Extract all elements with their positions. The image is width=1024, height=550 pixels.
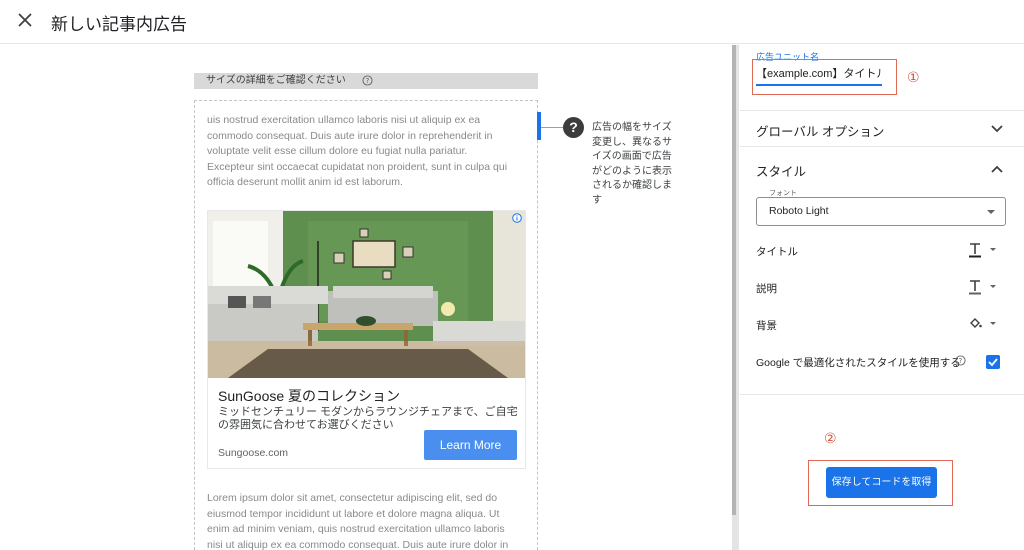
chevron-down-icon[interactable] (990, 124, 1004, 134)
text-color-icon[interactable] (968, 242, 1000, 258)
caret-down-icon (987, 210, 995, 214)
settings-panel: 広告ユニット名 【example.com】タイトル下 ① グローバル オプション… (740, 45, 1024, 550)
divider (740, 110, 1024, 111)
ad-preview-frame: uis nostrud exercitation ullamco laboris… (194, 100, 538, 550)
background-style-label: 背景 (756, 320, 777, 332)
annotation-number-1: ① (907, 69, 920, 85)
resize-handle[interactable] (537, 112, 541, 140)
font-select-label: フォント (766, 190, 800, 197)
ad-preview-area: サイズの詳細をご確認ください ? uis nostrud exercitatio… (0, 45, 732, 550)
divider (740, 394, 1024, 395)
size-hint-bar: サイズの詳細をご確認ください ? (194, 73, 538, 89)
size-hint-text: サイズの詳細をご確認ください (206, 75, 346, 86)
ad-image-living-room (208, 211, 525, 378)
global-options-header[interactable]: グローバル オプション (756, 121, 884, 140)
annotation-box-1 (752, 59, 897, 95)
native-ad-card[interactable]: SunGoose 夏のコレクション ミッドセンチュリー モダンからラウンジチェア… (207, 210, 526, 469)
text-color-icon[interactable] (968, 279, 1000, 295)
svg-text:?: ? (366, 77, 370, 85)
google-optimized-label: Google で最適化されたスタイルを使用する (756, 357, 961, 369)
annotation-number-2: ② (824, 430, 837, 446)
resize-help-text: 広告の幅をサイズ変更し、異なるサイズの画面で広告がどのように表示されるか確認しま… (592, 122, 672, 206)
placeholder-article-text: uis nostrud exercitation ullamco laboris… (207, 114, 508, 188)
fill-color-icon[interactable] (968, 316, 1000, 332)
scrollbar-thumb[interactable] (732, 45, 736, 515)
ad-description: ミッドセンチュリー モダンからラウンジチェアまで、ご自宅の雰囲気に合わせてお選び… (218, 406, 518, 431)
font-select-value: Roboto Light (769, 205, 829, 217)
learn-more-button[interactable]: Learn More (424, 430, 517, 460)
help-icon[interactable]: ? (362, 75, 373, 86)
help-icon[interactable]: ? (955, 355, 966, 366)
font-select[interactable]: Roboto Light (756, 197, 1006, 226)
description-style-label: 説明 (756, 283, 777, 295)
svg-text:?: ? (959, 357, 963, 365)
ad-headline[interactable]: SunGoose 夏のコレクション (218, 386, 400, 406)
close-icon[interactable] (16, 11, 34, 29)
callout-connector (541, 127, 563, 128)
save-and-get-code-button[interactable]: 保存してコードを取得 (826, 467, 937, 498)
google-optimized-checkbox[interactable] (986, 355, 1000, 369)
dialog-header: 新しい記事内広告 (0, 0, 1024, 44)
divider (740, 146, 1024, 147)
chevron-up-icon[interactable] (990, 164, 1004, 174)
ad-domain: Sungoose.com (218, 447, 289, 459)
title-style-label: タイトル (756, 246, 798, 258)
style-section-header[interactable]: スタイル (756, 161, 806, 180)
question-icon: ? (563, 117, 584, 138)
page-title: 新しい記事内広告 (51, 15, 187, 34)
placeholder-article-text-bottom: Lorem ipsum dolor sit amet, consectetur … (207, 492, 509, 550)
adchoices-icon[interactable] (512, 213, 522, 223)
